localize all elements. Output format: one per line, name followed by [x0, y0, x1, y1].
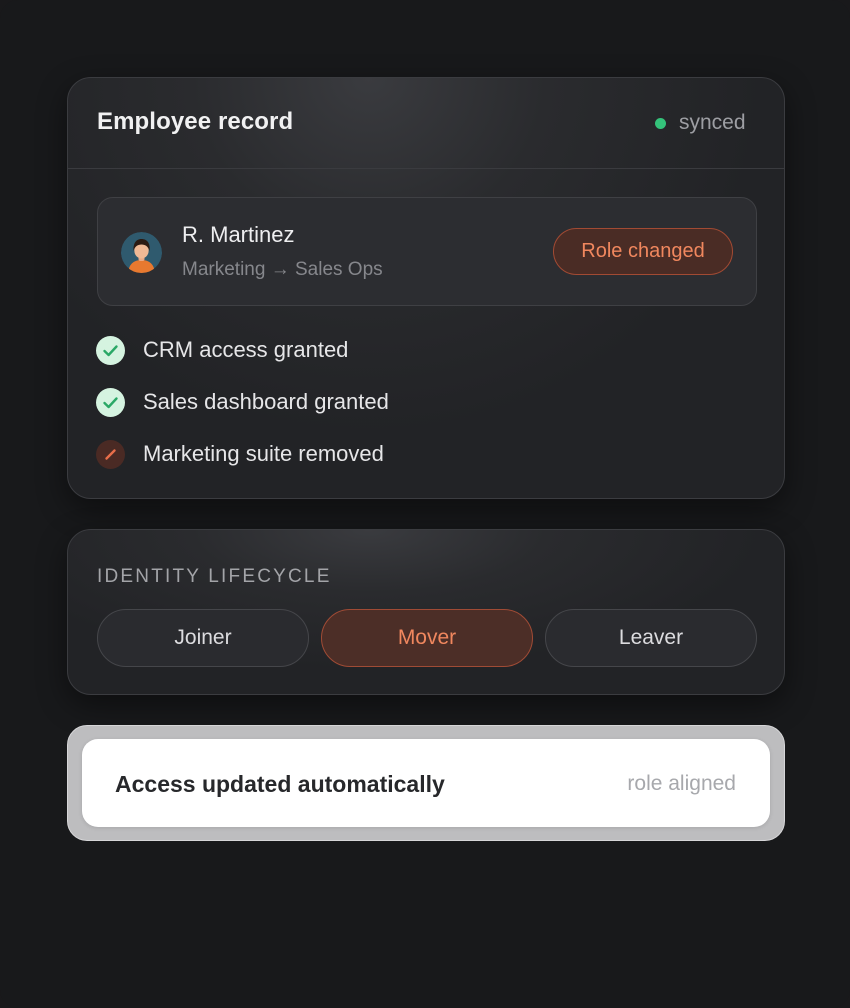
access-change-item: Sales dashboard granted [96, 387, 696, 417]
stage-leaver-button[interactable]: Leaver [545, 609, 757, 667]
employee-record-card: Employee record synced R. Martinez Marke… [67, 77, 785, 499]
access-change-label: Sales dashboard granted [143, 389, 389, 414]
check-icon [96, 336, 125, 365]
access-notice: Access updated automatically role aligne… [67, 725, 785, 841]
identity-lifecycle-card: IDENTITY LIFECYCLE Joiner Mover Leaver [67, 529, 785, 695]
avatar-illustration-icon [121, 232, 162, 273]
access-change-item: Marketing suite removed [96, 439, 696, 469]
sync-status-text: synced [679, 111, 746, 134]
notice-title: Access updated automatically [115, 771, 445, 797]
stage-joiner-button[interactable]: Joiner [97, 609, 309, 667]
slash-icon [96, 440, 125, 469]
access-change-label: CRM access granted [143, 337, 349, 362]
employee-name: R. Martinez [182, 222, 295, 247]
record-title: Employee record [97, 108, 294, 135]
employee-summary[interactable]: R. Martinez Marketing → Sales Ops Role c… [97, 197, 757, 306]
access-change-label: Marketing suite removed [143, 441, 384, 466]
check-icon [96, 388, 125, 417]
access-change-item: CRM access granted [96, 335, 696, 365]
sync-status-dot-icon [655, 118, 666, 129]
notice-tag: role aligned [627, 772, 736, 795]
lifecycle-title: IDENTITY LIFECYCLE [97, 566, 332, 587]
stage-mover-button[interactable]: Mover [321, 609, 533, 667]
avatar [121, 232, 162, 273]
role-move: Marketing → Sales Ops [182, 259, 383, 280]
record-header: Employee record synced [68, 78, 784, 169]
app-frame: Employee record synced R. Martinez Marke… [0, 0, 850, 1008]
access-notice-panel: Access updated automatically role aligne… [82, 739, 770, 827]
role-changed-badge: Role changed [553, 228, 733, 275]
